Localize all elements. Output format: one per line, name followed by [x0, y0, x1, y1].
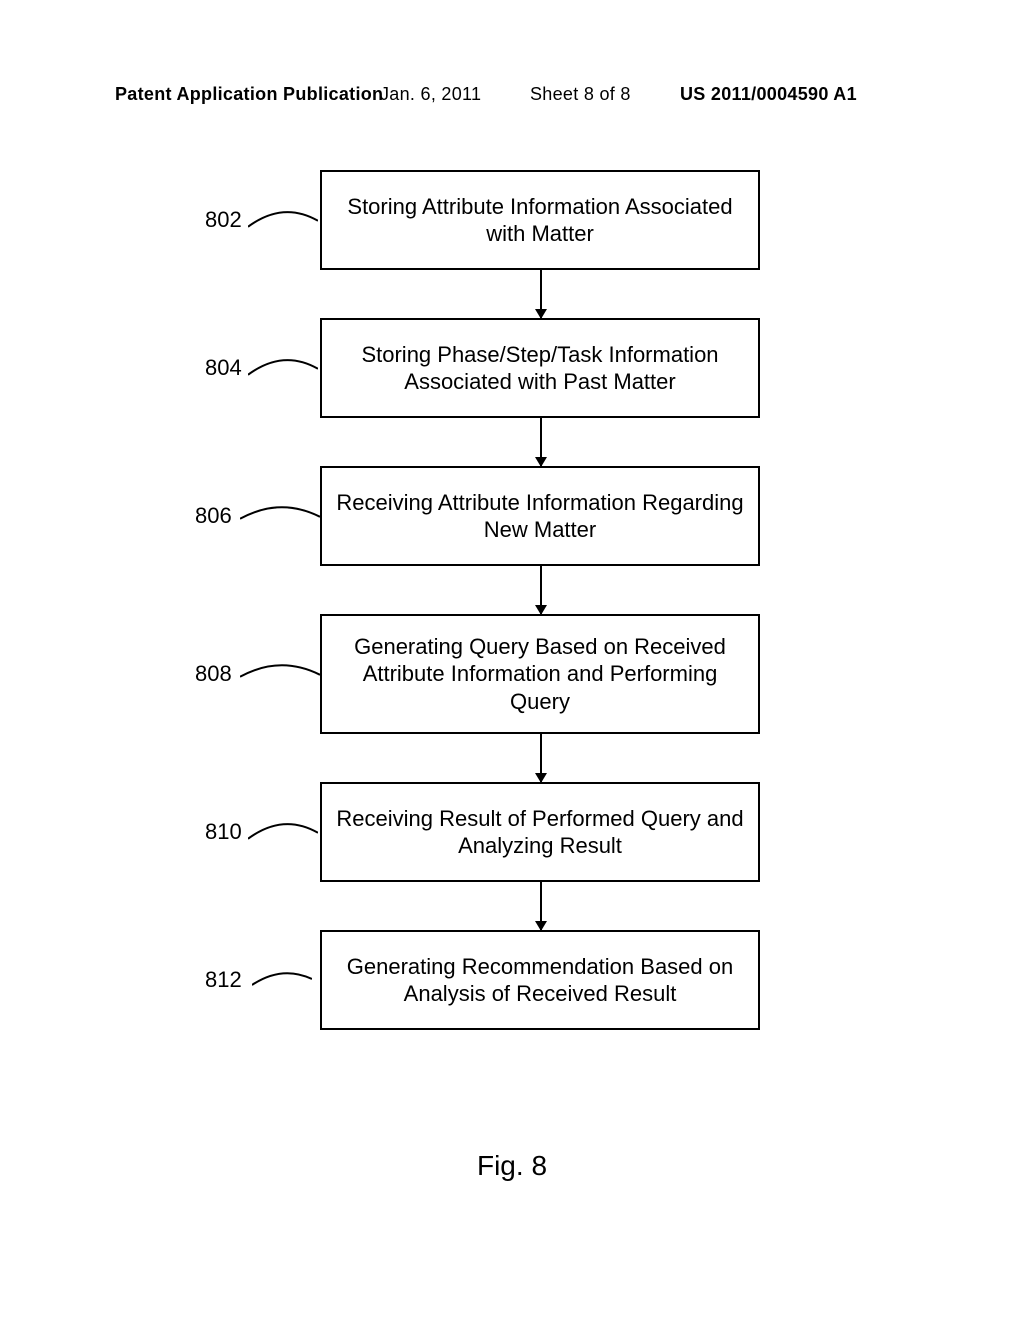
sheet-number: Sheet 8 of 8 — [530, 84, 631, 105]
step-text: Generating Query Based on Received Attri… — [332, 633, 748, 716]
step-804: 804 Storing Phase/Step/Task Information … — [0, 318, 1024, 418]
step-808: 808 Generating Query Based on Received A… — [0, 614, 1024, 734]
step-text: Storing Attribute Information Associated… — [332, 193, 748, 248]
publication-type: Patent Application Publication — [115, 84, 383, 105]
ref-804: 804 — [205, 355, 242, 381]
ref-810: 810 — [205, 819, 242, 845]
step-box: Storing Phase/Step/Task Information Asso… — [320, 318, 760, 418]
step-box: Receiving Result of Performed Query and … — [320, 782, 760, 882]
arrow-icon — [540, 418, 542, 466]
publication-date: Jan. 6, 2011 — [380, 84, 481, 105]
figure-label: Fig. 8 — [0, 1150, 1024, 1182]
step-810: 810 Receiving Result of Performed Query … — [0, 782, 1024, 882]
doc-number: US 2011/0004590 A1 — [680, 84, 857, 105]
leader-line-icon — [248, 355, 318, 379]
flowchart: 802 Storing Attribute Information Associ… — [0, 170, 1024, 1078]
step-text: Storing Phase/Step/Task Information Asso… — [332, 341, 748, 396]
step-box: Generating Query Based on Received Attri… — [320, 614, 760, 734]
arrow-icon — [540, 734, 542, 782]
leader-line-icon — [248, 819, 318, 843]
step-box: Receiving Attribute Information Regardin… — [320, 466, 760, 566]
leader-line-icon — [240, 661, 320, 685]
ref-808: 808 — [195, 661, 232, 687]
step-802: 802 Storing Attribute Information Associ… — [0, 170, 1024, 270]
step-text: Receiving Result of Performed Query and … — [332, 805, 748, 860]
leader-line-icon — [252, 969, 312, 989]
step-box: Storing Attribute Information Associated… — [320, 170, 760, 270]
step-box: Generating Recommendation Based on Analy… — [320, 930, 760, 1030]
step-text: Receiving Attribute Information Regardin… — [332, 489, 748, 544]
leader-line-icon — [240, 503, 320, 527]
ref-806: 806 — [195, 503, 232, 529]
step-806: 806 Receiving Attribute Information Rega… — [0, 466, 1024, 566]
ref-812: 812 — [205, 967, 242, 993]
arrow-icon — [540, 270, 542, 318]
step-812: 812 Generating Recommendation Based on A… — [0, 930, 1024, 1030]
ref-802: 802 — [205, 207, 242, 233]
arrow-icon — [540, 882, 542, 930]
arrow-icon — [540, 566, 542, 614]
step-text: Generating Recommendation Based on Analy… — [332, 953, 748, 1008]
leader-line-icon — [248, 207, 318, 231]
